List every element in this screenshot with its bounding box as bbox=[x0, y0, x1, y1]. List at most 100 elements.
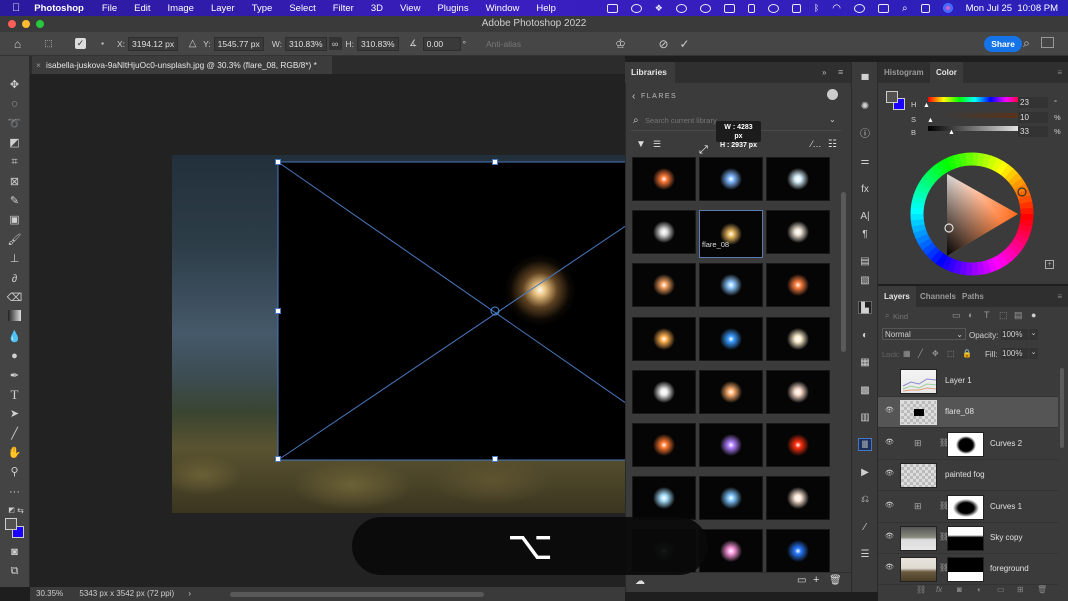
foreground-color-chip[interactable] bbox=[886, 91, 898, 103]
document-tab[interactable]: × isabella-juskova-9aNltHjuOc0-unsplash.… bbox=[32, 56, 332, 74]
transform-handle-top-left[interactable] bbox=[275, 159, 281, 165]
menu-view[interactable]: View bbox=[400, 3, 420, 14]
add-mask-icon[interactable]: ◙ bbox=[957, 585, 962, 594]
search-icon[interactable]: ⌕ bbox=[1020, 36, 1033, 50]
filter-icon[interactable]: ▼ bbox=[636, 139, 646, 150]
library-asset-thumbnail[interactable] bbox=[699, 210, 763, 259]
hue-value-field[interactable]: 23 bbox=[1018, 97, 1048, 108]
anti-alias-checkbox[interactable]: Anti-alias bbox=[486, 39, 521, 49]
library-asset-thumbnail[interactable] bbox=[766, 476, 830, 521]
library-asset-thumbnail[interactable] bbox=[766, 263, 830, 308]
edit-toolbar-icon[interactable]: ··· bbox=[6, 485, 23, 499]
saturation-slider-thumb[interactable]: ▲ bbox=[927, 117, 934, 124]
layer-filter-input[interactable] bbox=[893, 310, 938, 322]
home-icon[interactable]: ⌂ bbox=[11, 37, 24, 51]
control-center-icon[interactable] bbox=[920, 3, 930, 13]
reference-point-checkbox[interactable]: ✓ bbox=[75, 38, 86, 49]
layer-thumbnail[interactable] bbox=[900, 463, 937, 489]
move-tool-icon[interactable]: ✥ bbox=[6, 78, 23, 92]
lock-all-icon[interactable]: 🔒 bbox=[962, 349, 972, 358]
layer-row[interactable]: 👁 ⊞ ⛓ Curves 1 bbox=[878, 492, 1058, 523]
library-asset-thumbnail[interactable] bbox=[632, 369, 696, 414]
tab-libraries[interactable]: Libraries bbox=[625, 62, 675, 83]
display-icon[interactable] bbox=[877, 3, 889, 13]
library-asset-thumbnail[interactable] bbox=[699, 157, 763, 201]
visibility-eye-icon[interactable]: 👁 bbox=[885, 470, 895, 478]
visibility-eye-icon[interactable]: 👁 bbox=[885, 502, 895, 510]
menu-help[interactable]: Help bbox=[536, 3, 556, 14]
delete-asset-icon[interactable]: 🗑 bbox=[829, 575, 842, 586]
menu-filter[interactable]: Filter bbox=[333, 3, 354, 14]
layer-row[interactable]: Layer 1 bbox=[878, 366, 1058, 397]
new-group-icon[interactable]: ▭ bbox=[797, 575, 806, 586]
gradients-icon[interactable]: ▥ bbox=[858, 411, 872, 424]
close-tab-icon[interactable]: × bbox=[36, 56, 41, 74]
visibility-eye-icon[interactable]: 👁 bbox=[885, 407, 895, 415]
user-icon[interactable] bbox=[853, 3, 865, 13]
library-asset-thumbnail[interactable] bbox=[699, 369, 763, 414]
bluetooth-icon[interactable]: ᛒ bbox=[814, 3, 819, 13]
color-icon[interactable]: ◐ bbox=[858, 329, 872, 342]
layer-name[interactable]: foreground bbox=[990, 564, 1029, 573]
blur-tool-icon[interactable]: 💧 bbox=[6, 330, 23, 344]
swatches-icon[interactable]: ▦ bbox=[858, 356, 872, 369]
eyedropper-tool-icon[interactable]: ✎ bbox=[6, 194, 23, 208]
history-icon[interactable]: ⎌ bbox=[858, 493, 872, 506]
library-asset-thumbnail[interactable] bbox=[699, 263, 763, 308]
transform-handle-middle-left[interactable] bbox=[275, 308, 281, 314]
library-asset-thumbnail[interactable] bbox=[632, 316, 696, 361]
layer-row[interactable]: 👁 ⊞ ⛓ Curves 2 bbox=[878, 429, 1058, 460]
panel-menu-icon[interactable]: ≡ bbox=[1057, 286, 1062, 307]
library-asset-thumbnail[interactable] bbox=[632, 157, 696, 201]
layer-name[interactable]: Layer 1 bbox=[945, 376, 972, 385]
brightness-slider[interactable] bbox=[928, 126, 1022, 131]
healing-brush-tool-icon[interactable]: ▣ bbox=[6, 213, 23, 227]
type-tool-icon[interactable]: T bbox=[6, 388, 23, 402]
styles-icon[interactable]: fx bbox=[858, 183, 872, 196]
siri-icon[interactable] bbox=[942, 3, 953, 13]
new-group-icon[interactable]: ▭ bbox=[997, 585, 1005, 594]
visibility-eye-icon[interactable]: 👁 bbox=[885, 564, 895, 572]
width-scale-field[interactable]: 310.83% bbox=[284, 36, 327, 51]
opacity-chevron-icon[interactable]: ⌄ bbox=[1029, 329, 1038, 340]
screen-mode-icon[interactable]: ⧉ bbox=[6, 564, 23, 578]
panel-menu-icon[interactable]: ≡ bbox=[838, 67, 843, 77]
add-swatch-icon[interactable]: + bbox=[1045, 260, 1054, 269]
new-layer-icon[interactable]: ⊞ bbox=[1017, 585, 1024, 594]
dodge-tool-icon[interactable]: ● bbox=[6, 349, 23, 363]
saturation-slider[interactable] bbox=[928, 113, 1022, 118]
libraries-icon[interactable]: ▙ bbox=[858, 301, 872, 314]
menu-window[interactable]: Window bbox=[486, 3, 520, 14]
share-button[interactable]: Share bbox=[984, 36, 1022, 52]
delete-layer-icon[interactable]: 🗑 bbox=[1037, 585, 1047, 594]
airplay-icon[interactable] bbox=[723, 3, 735, 13]
brush-tool-icon[interactable]: 🖌 bbox=[6, 233, 23, 247]
hand-tool-icon[interactable]: ✋ bbox=[6, 446, 23, 460]
sort-icon[interactable]: ☰ bbox=[653, 139, 661, 150]
pen-tool-icon[interactable]: ✒ bbox=[6, 369, 23, 383]
zoom-level[interactable]: 30.35% bbox=[36, 589, 63, 598]
lock-image-icon[interactable]: ╱ bbox=[918, 349, 923, 358]
layer-thumbnail[interactable] bbox=[900, 369, 937, 394]
fill-field[interactable]: 100% bbox=[1001, 348, 1028, 359]
paragraph-icon[interactable]: ¶ bbox=[858, 228, 872, 241]
cloud-icon[interactable] bbox=[767, 3, 779, 13]
patterns-icon[interactable]: ▩ bbox=[858, 384, 872, 397]
menu-3d[interactable]: 3D bbox=[371, 3, 383, 14]
wifi-icon[interactable]: ◠ bbox=[832, 3, 841, 14]
filter-shape-icon[interactable]: ⬚ bbox=[999, 310, 1008, 321]
new-adjustment-layer-icon[interactable]: ◐ bbox=[977, 585, 982, 594]
layer-row[interactable]: 👁 ⛓ Sky copy bbox=[878, 523, 1058, 554]
collapse-panel-icon[interactable]: » bbox=[822, 68, 826, 77]
transform-preset-icon[interactable]: ⬚ bbox=[42, 37, 55, 50]
library-asset-thumbnail[interactable] bbox=[632, 476, 696, 521]
properties-icon[interactable]: ▤ bbox=[858, 255, 872, 268]
add-asset-icon[interactable]: + bbox=[813, 574, 819, 586]
tab-color[interactable]: Color bbox=[930, 62, 963, 83]
clone-stamp-tool-icon[interactable]: ⊥ bbox=[6, 252, 23, 266]
tab-histogram[interactable]: Histogram bbox=[878, 62, 930, 83]
layer-row[interactable]: 👁 ⛓ foreground bbox=[878, 554, 1058, 586]
brightness-slider-thumb[interactable]: ▲ bbox=[948, 129, 955, 136]
brightness-value-field[interactable]: 33 bbox=[1018, 126, 1048, 137]
notes-icon[interactable]: ▧ bbox=[858, 274, 872, 287]
